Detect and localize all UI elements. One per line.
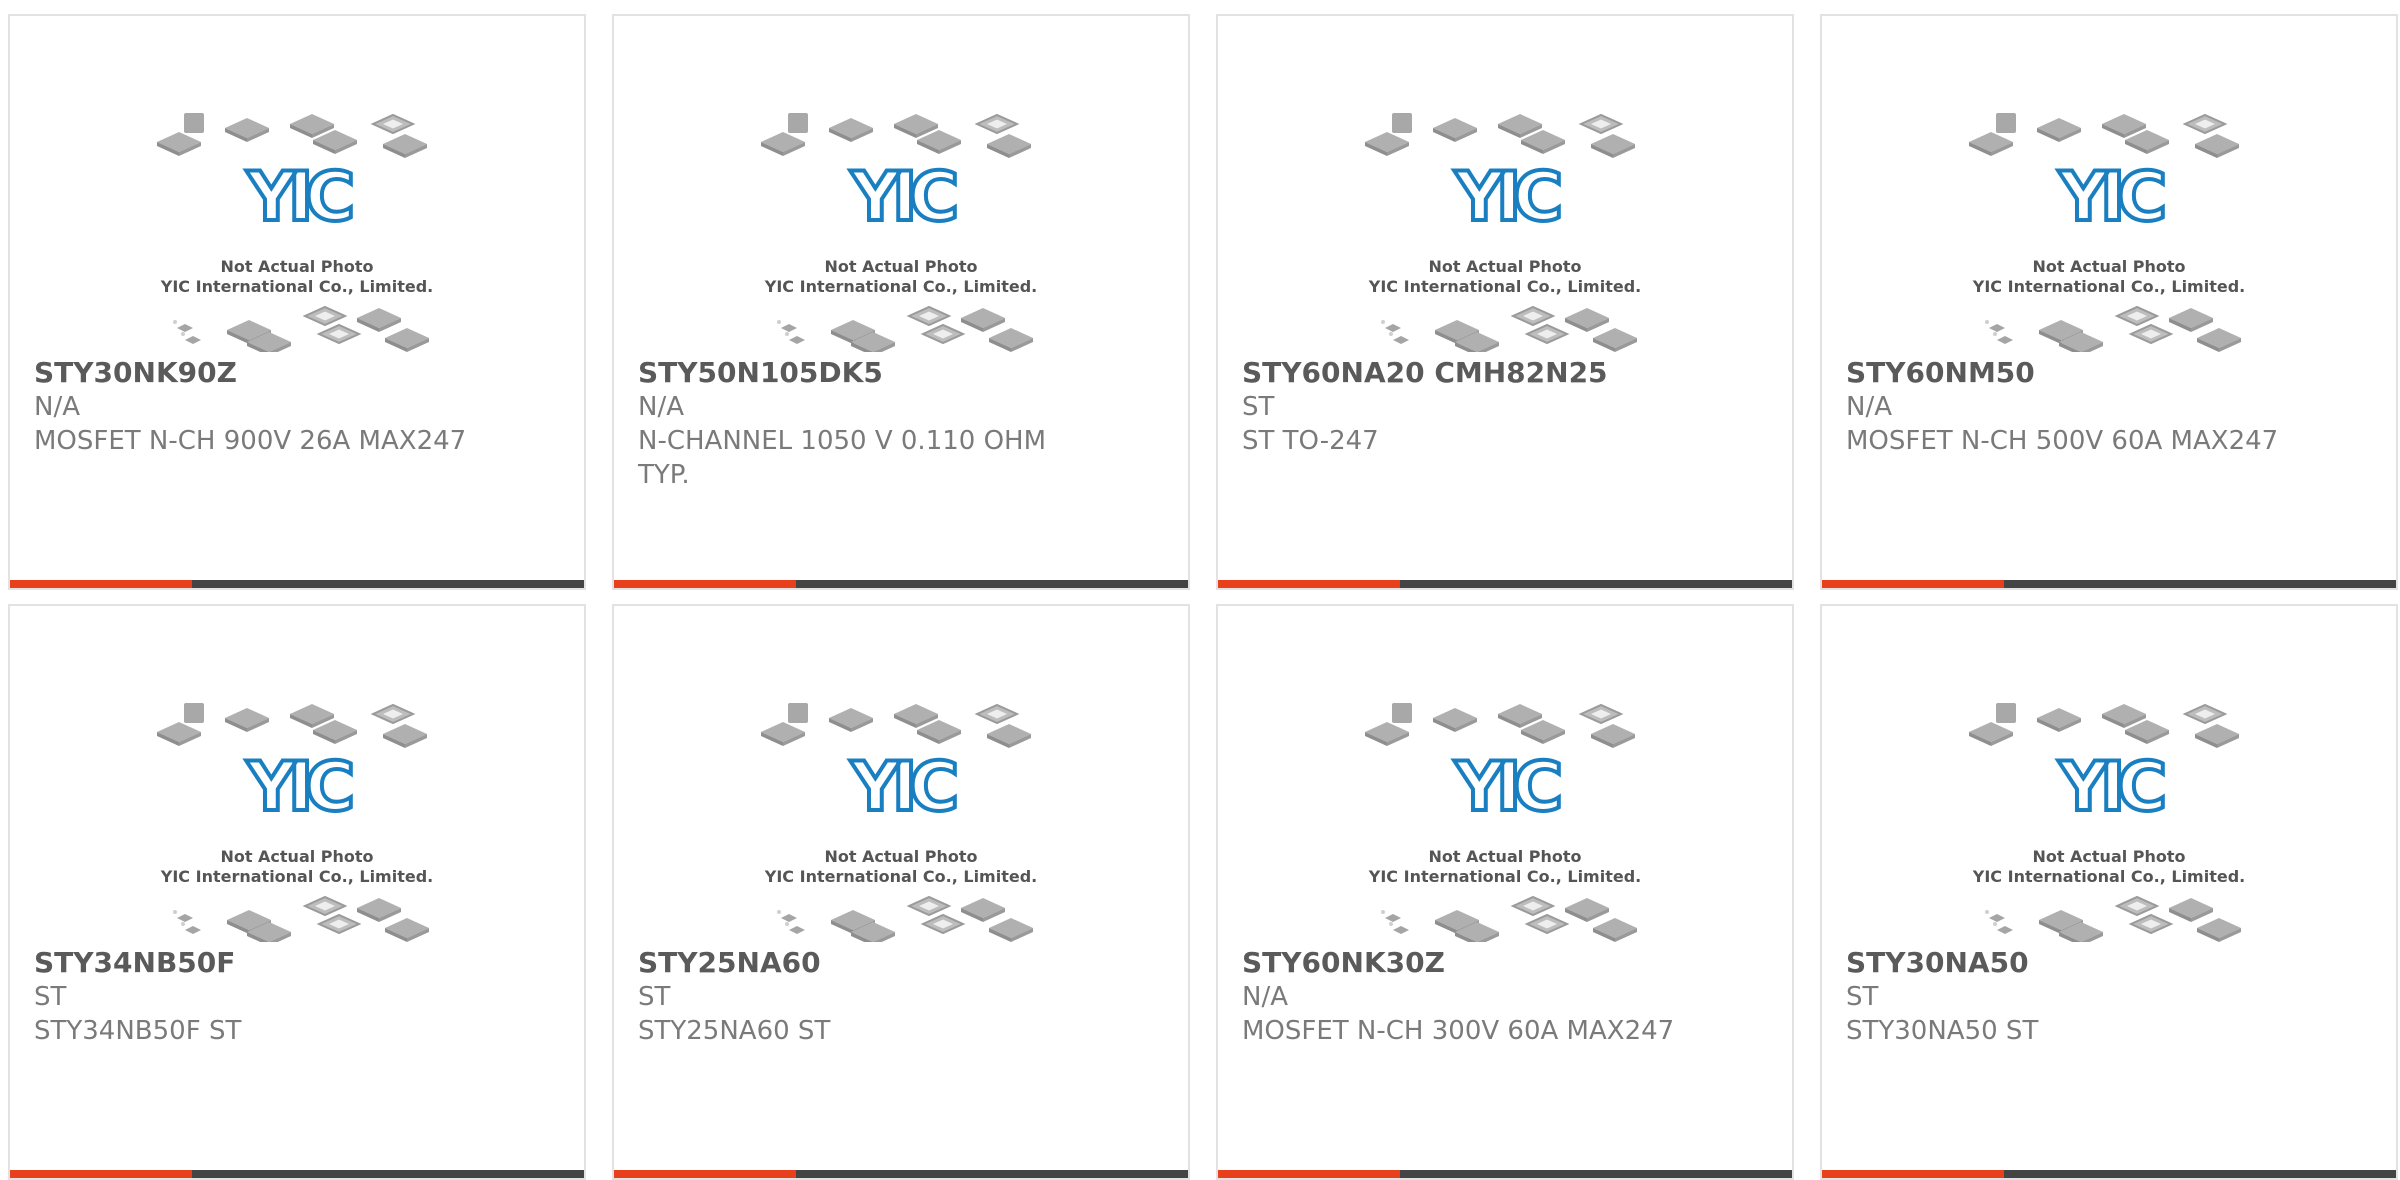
manufacturer: ST (34, 982, 67, 1012)
product-info: STY30NA50 ST STY30NA50 ST (1846, 946, 2372, 1048)
card-accent-bar (10, 580, 192, 588)
product-grid: YIC Not Actual Photo YIC International C… (8, 14, 2398, 1180)
product-info: STY30NK90Z N/A MOSFET N-CH 900V 26A MAX2… (34, 356, 560, 458)
description: MOSFET N-CH 900V 26A MAX247 (34, 426, 467, 456)
card-accent-bar (10, 1170, 192, 1178)
card-accent-bar (1218, 580, 1400, 588)
yic-logo-text: YIC (246, 158, 352, 237)
part-number[interactable]: STY60NM50 (1846, 356, 2372, 390)
manufacturer: ST (1242, 392, 1275, 422)
manufacturer: N/A (34, 392, 80, 422)
product-card[interactable]: YIC Not Actual Photo YIC International C… (1216, 14, 1794, 590)
placeholder-line2: YIC International Co., Limited. (160, 277, 433, 296)
placeholder-line2: YIC International Co., Limited. (1972, 867, 2245, 886)
description: ST TO-247 (1242, 426, 1379, 456)
manufacturer: N/A (638, 392, 684, 422)
card-accent-bar (614, 1170, 796, 1178)
placeholder-line1: Not Actual Photo (824, 257, 977, 276)
manufacturer: N/A (1242, 982, 1288, 1012)
yic-logo-text: YIC (2058, 748, 2164, 827)
product-card[interactable]: YIC Not Actual Photo YIC International C… (1820, 604, 2398, 1180)
placeholder-photo: YIC Not Actual Photo YIC International C… (1365, 113, 1641, 352)
product-info: STY50N105DK5 N/A N-CHANNEL 1050 V 0.110 … (638, 356, 1164, 492)
placeholder-photo: YIC Not Actual Photo YIC International C… (1365, 703, 1641, 942)
card-footer-bar (1822, 580, 2396, 588)
product-info: STY25NA60 ST STY25NA60 ST (638, 946, 1164, 1048)
description: MOSFET N-CH 300V 60A MAX247 (1242, 1016, 1675, 1046)
placeholder-line1: Not Actual Photo (1428, 847, 1581, 866)
yic-logo-text: YIC (850, 158, 956, 237)
description: MOSFET N-CH 500V 60A MAX247 (1846, 426, 2279, 456)
placeholder-photo: YIC Not Actual Photo YIC International C… (1969, 703, 2245, 942)
placeholder-photo: YIC Not Actual Photo YIC International C… (157, 113, 433, 352)
part-number[interactable]: STY25NA60 (638, 946, 1164, 980)
product-info: STY60NK30Z N/A MOSFET N-CH 300V 60A MAX2… (1242, 946, 1768, 1048)
yic-logo-text: YIC (2058, 158, 2164, 237)
card-footer-bar (1822, 1170, 2396, 1178)
placeholder-photo: YIC Not Actual Photo YIC International C… (157, 703, 433, 942)
placeholder-line2: YIC International Co., Limited. (764, 867, 1037, 886)
manufacturer: N/A (1846, 392, 1892, 422)
placeholder-line2: YIC International Co., Limited. (764, 277, 1037, 296)
yic-logo-text: YIC (850, 748, 956, 827)
placeholder-line1: Not Actual Photo (220, 847, 373, 866)
yic-logo-text: YIC (1454, 748, 1560, 827)
description: STY25NA60 ST (638, 1016, 831, 1046)
placeholder-line1: Not Actual Photo (2032, 257, 2185, 276)
card-footer-bar (10, 580, 584, 588)
manufacturer: ST (1846, 982, 1879, 1012)
product-info: STY34NB50F ST STY34NB50F ST (34, 946, 560, 1048)
product-card[interactable]: YIC Not Actual Photo YIC International C… (612, 604, 1190, 1180)
placeholder-line2: YIC International Co., Limited. (1368, 867, 1641, 886)
part-number[interactable]: STY60NK30Z (1242, 946, 1768, 980)
description: STY30NA50 ST (1846, 1016, 2039, 1046)
placeholder-photo: YIC Not Actual Photo YIC International C… (1969, 113, 2245, 352)
card-footer-bar (614, 1170, 1188, 1178)
manufacturer: ST (638, 982, 671, 1012)
placeholder-photo: YIC Not Actual Photo YIC International C… (761, 703, 1037, 942)
card-footer-bar (1218, 1170, 1792, 1178)
card-footer-bar (614, 580, 1188, 588)
placeholder-line1: Not Actual Photo (220, 257, 373, 276)
product-card[interactable]: YIC Not Actual Photo YIC International C… (1820, 14, 2398, 590)
card-accent-bar (614, 580, 796, 588)
product-card[interactable]: YIC Not Actual Photo YIC International C… (8, 604, 586, 1180)
part-number[interactable]: STY30NK90Z (34, 356, 560, 390)
product-card[interactable]: YIC Not Actual Photo YIC International C… (612, 14, 1190, 590)
product-card[interactable]: YIC Not Actual Photo YIC International C… (1216, 604, 1794, 1180)
placeholder-line2: YIC International Co., Limited. (1368, 277, 1641, 296)
part-number[interactable]: STY34NB50F (34, 946, 560, 980)
card-footer-bar (10, 1170, 584, 1178)
placeholder-line2: YIC International Co., Limited. (1972, 277, 2245, 296)
card-footer-bar (1218, 580, 1792, 588)
part-number[interactable]: STY30NA50 (1846, 946, 2372, 980)
card-accent-bar (1822, 1170, 2004, 1178)
part-number[interactable]: STY50N105DK5 (638, 356, 1164, 390)
card-accent-bar (1822, 580, 2004, 588)
placeholder-photo: YIC Not Actual Photo YIC International C… (761, 113, 1037, 352)
placeholder-line1: Not Actual Photo (1428, 257, 1581, 276)
placeholder-line2: YIC International Co., Limited. (160, 867, 433, 886)
description: N-CHANNEL 1050 V 0.110 OHM TYP. (638, 426, 1047, 490)
card-accent-bar (1218, 1170, 1400, 1178)
part-number[interactable]: STY60NA20 CMH82N25 (1242, 356, 1768, 390)
description: STY34NB50F ST (34, 1016, 242, 1046)
placeholder-line1: Not Actual Photo (2032, 847, 2185, 866)
product-info: STY60NM50 N/A MOSFET N-CH 500V 60A MAX24… (1846, 356, 2372, 458)
product-card[interactable]: YIC Not Actual Photo YIC International C… (8, 14, 586, 590)
product-info: STY60NA20 CMH82N25 ST ST TO-247 (1242, 356, 1768, 458)
yic-logo-text: YIC (1454, 158, 1560, 237)
yic-logo-text: YIC (246, 748, 352, 827)
placeholder-line1: Not Actual Photo (824, 847, 977, 866)
